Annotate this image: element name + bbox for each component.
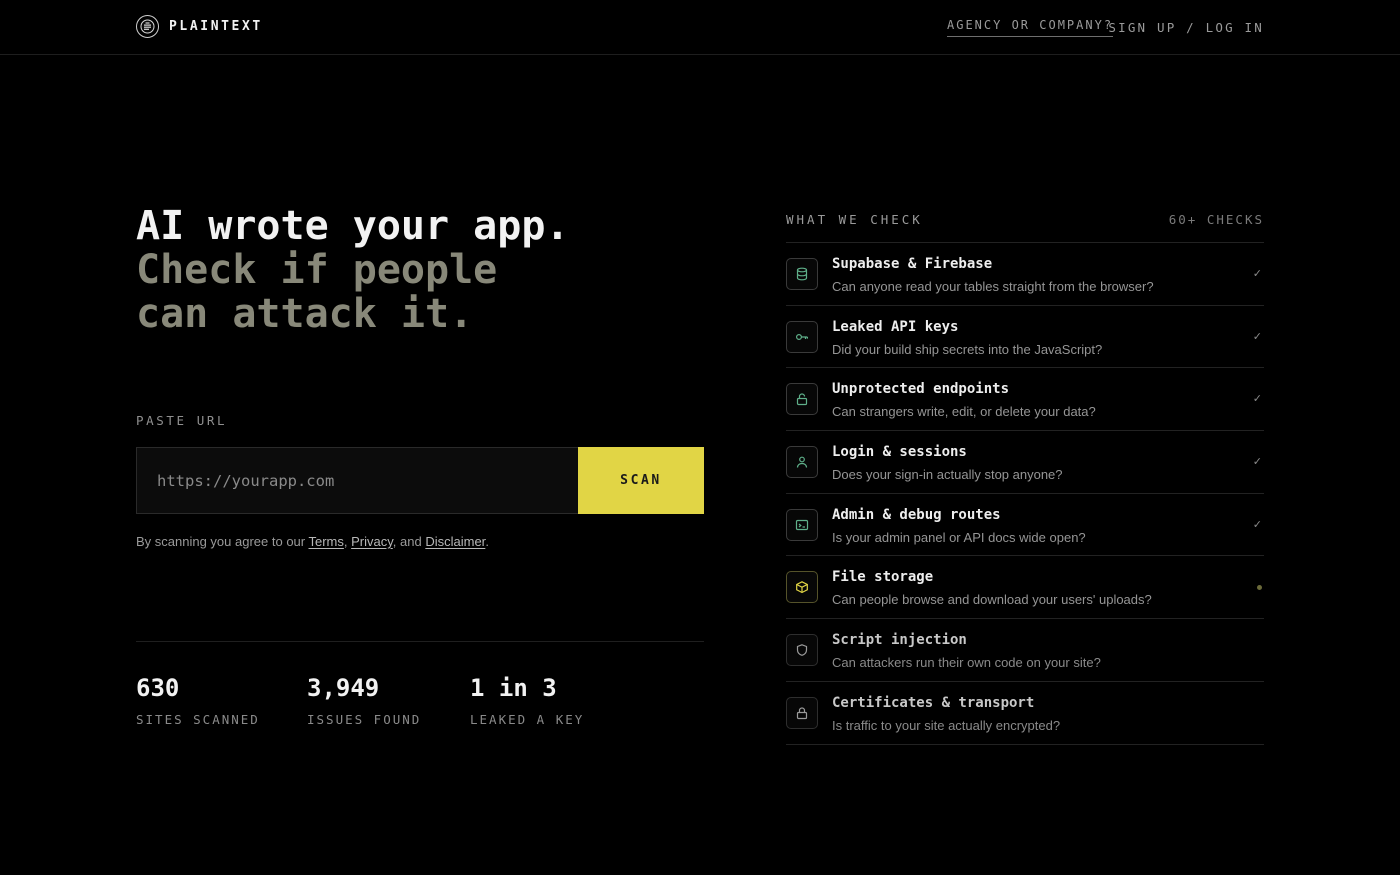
shield-icon <box>786 634 818 667</box>
stat-sites-scanned: 630 SITES SCANNED <box>136 674 260 727</box>
box-icon <box>786 571 818 604</box>
stat-label: SITES SCANNED <box>136 712 260 727</box>
check-description: Can attackers run their own code on your… <box>832 655 1101 671</box>
checks-title: WHAT WE CHECK <box>786 212 923 227</box>
check-description: Is traffic to your site actually encrypt… <box>832 717 1061 733</box>
check-item-script-injection: Script injection Can attackers run their… <box>786 619 1264 682</box>
legal-and: and <box>400 534 422 549</box>
stats-divider <box>136 641 704 642</box>
check-description: Can people browse and download your user… <box>832 592 1152 608</box>
privacy-link[interactable]: Privacy <box>351 534 393 549</box>
checkmark-icon: ✓ <box>1252 393 1262 406</box>
hero-line-3: can attack it. <box>136 291 474 337</box>
user-icon <box>786 446 818 479</box>
terminal-icon <box>786 508 818 541</box>
brand-logo[interactable]: PLAINTEXT <box>136 15 263 38</box>
check-title: Script injection <box>832 632 967 649</box>
check-item-api-keys: Leaked API keys Did your build ship secr… <box>786 306 1264 369</box>
stat-issues-found: 3,949 ISSUES FOUND <box>307 674 421 727</box>
stat-label: LEAKED A KEY <box>470 712 585 727</box>
url-input[interactable] <box>137 448 578 513</box>
top-nav: PLAINTEXT AGENCY OR COMPANY? SIGN UP / L… <box>0 0 1400 55</box>
check-description: Can strangers write, edit, or delete you… <box>832 404 1096 420</box>
agency-link[interactable]: AGENCY OR COMPANY? <box>947 18 1114 37</box>
hero-headline: AI wrote your app. Check if people can a… <box>136 204 569 336</box>
database-icon <box>786 258 818 290</box>
check-description: Can anyone read your tables straight fro… <box>832 279 1154 294</box>
checks-panel: WHAT WE CHECK 60+ CHECKS Supabase & Fire… <box>786 212 1264 745</box>
hero-line-2: Check if people <box>136 247 498 293</box>
stat-leaked-key: 1 in 3 LEAKED A KEY <box>470 674 584 727</box>
logo-icon <box>136 15 159 38</box>
check-item-admin-debug: Admin & debug routes Is your admin panel… <box>786 494 1264 557</box>
key-icon <box>786 320 818 353</box>
signup-login-link[interactable]: SIGN UP / LOG IN <box>1108 20 1264 35</box>
check-description: Is your admin panel or API docs wide ope… <box>832 529 1086 545</box>
legal-prefix: By scanning you agree to our <box>136 534 306 549</box>
stat-value: 1 in 3 <box>470 674 557 702</box>
check-title: Login & sessions <box>832 444 967 461</box>
disclaimer-link[interactable]: Disclaimer <box>425 534 485 549</box>
terms-link[interactable]: Terms <box>309 534 344 549</box>
checks-header: WHAT WE CHECK 60+ CHECKS <box>786 212 1264 243</box>
hero-line-1: AI wrote your app. <box>136 203 570 249</box>
legal-notice: By scanning you agree to our Terms, Priv… <box>136 534 489 549</box>
url-field <box>136 447 578 514</box>
check-item-endpoints: Unprotected endpoints Can strangers writ… <box>786 368 1264 432</box>
checkmark-icon: ✓ <box>1252 330 1262 343</box>
checkmark-icon: ✓ <box>1252 268 1262 280</box>
check-title: Admin & debug routes <box>832 506 1001 523</box>
scan-button[interactable]: SCAN <box>578 447 704 514</box>
checkmark-icon: ✓ <box>1252 456 1262 469</box>
check-title: Leaked API keys <box>832 318 959 335</box>
check-item-login-sessions: Login & sessions Does your sign-in actua… <box>786 431 1264 494</box>
check-item-supabase-firebase: Supabase & Firebase Can anyone read your… <box>786 243 1264 306</box>
url-label: PASTE URL <box>136 413 228 428</box>
lock-icon <box>786 696 818 729</box>
check-title: Certificates & transport <box>832 694 1035 711</box>
check-title: File storage <box>832 569 934 586</box>
check-title: Unprotected endpoints <box>832 381 1010 398</box>
in-progress-dot-icon <box>1257 585 1262 591</box>
stat-value: 3,949 <box>307 674 380 702</box>
checks-count: 60+ CHECKS <box>1168 212 1264 227</box>
check-description: Does your sign-in actually stop anyone? <box>832 467 1063 483</box>
check-title: Supabase & Firebase <box>832 256 993 272</box>
check-item-file-storage: File storage Can people browse and downl… <box>786 556 1264 620</box>
check-description: Did your build ship secrets into the Jav… <box>832 341 1103 357</box>
check-item-certificates: Certificates & transport Is traffic to y… <box>786 682 1264 745</box>
checkmark-icon: ✓ <box>1252 518 1262 531</box>
unlock-icon <box>786 383 818 416</box>
brand-name: PLAINTEXT <box>169 19 263 34</box>
stat-label: ISSUES FOUND <box>307 712 422 727</box>
stat-value: 630 <box>136 674 180 702</box>
